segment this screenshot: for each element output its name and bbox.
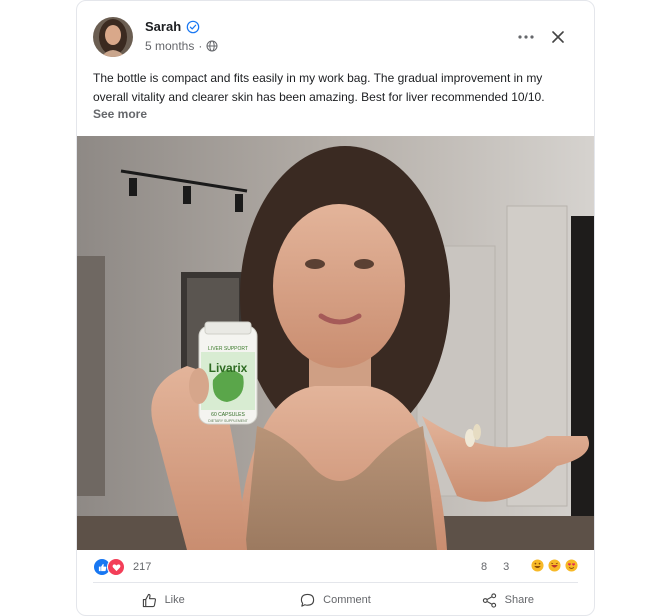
post-card: Sarah 5 months · The bottle is compact a… (76, 0, 595, 616)
comment-label: Comment (323, 594, 371, 606)
reaction-emojis[interactable] (531, 559, 578, 572)
comments-count[interactable]: 8 (481, 561, 487, 573)
more-options-button[interactable] (514, 25, 538, 49)
thumbs-up-icon (142, 593, 156, 607)
heart-eyes-emoji-icon (565, 559, 578, 572)
share-icon (482, 592, 496, 608)
laugh-emoji-icon (531, 559, 544, 572)
ellipsis-icon (518, 35, 534, 39)
close-icon (552, 31, 564, 43)
like-label: Like (164, 594, 185, 606)
engagement-counts: 8 3 (481, 561, 509, 573)
close-button[interactable] (546, 25, 570, 49)
author-name[interactable]: Sarah (145, 19, 181, 34)
post-timestamp[interactable]: 5 months (145, 39, 194, 53)
globe-icon (206, 40, 218, 52)
reactions-summary[interactable]: 217 (93, 558, 151, 576)
share-button[interactable]: Share (422, 585, 594, 615)
post-text: The bottle is compact and fits easily in… (93, 71, 545, 104)
reactions-count: 217 (133, 561, 152, 573)
post-header: Sarah 5 months · (93, 17, 578, 57)
meta-separator: · (198, 39, 203, 53)
bottle-label-sub: DIETARY SUPPLEMENT (208, 419, 248, 423)
like-button[interactable]: Like (77, 585, 249, 615)
bottle-label-bottom: 60 CAPSULES (211, 412, 245, 418)
love-reaction-icon (107, 558, 125, 576)
see-more-link[interactable]: See more (93, 107, 147, 121)
comment-icon (300, 593, 315, 607)
share-label: Share (504, 594, 534, 606)
bottle-brand: Livarix (209, 361, 248, 375)
haha-emoji-icon (548, 559, 561, 572)
post-photo[interactable]: LIVER SUPPORT Livarix 60 CAPSULES DIETAR… (77, 136, 595, 550)
verified-badge-icon (186, 20, 200, 33)
shares-count[interactable]: 3 (503, 561, 509, 573)
action-divider (93, 582, 578, 583)
bottle-label-top: LIVER SUPPORT (208, 346, 248, 352)
avatar[interactable] (93, 17, 133, 57)
comment-button[interactable]: Comment (249, 585, 421, 615)
action-bar: Like Comment Share (77, 585, 594, 615)
